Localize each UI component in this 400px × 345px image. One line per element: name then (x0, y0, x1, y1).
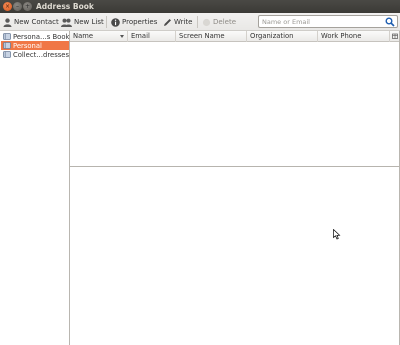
contacts-table: Name Email Screen Name Organization Work… (70, 31, 400, 166)
address-book-icon (3, 51, 11, 58)
delete-button[interactable]: Delete (202, 16, 236, 28)
maximize-window-button[interactable]: + (23, 2, 32, 11)
column-header-work-phone[interactable]: Work Phone (318, 31, 390, 42)
address-book-icon (3, 42, 11, 49)
new-contact-icon (3, 17, 12, 27)
new-list-icon (61, 18, 72, 27)
toolbar-separator (106, 16, 107, 28)
column-header-email[interactable]: Email (128, 31, 176, 42)
column-header-label: Email (131, 32, 150, 40)
address-book-icon (3, 33, 11, 40)
toolbar: New Contact New List Properties Write De… (0, 13, 400, 31)
write-button[interactable]: Write (163, 16, 192, 28)
window-title: Address Book (36, 2, 94, 11)
column-header-name[interactable]: Name (70, 31, 128, 42)
table-header: Name Email Screen Name Organization Work… (70, 31, 400, 42)
properties-label: Properties (122, 18, 158, 26)
title-bar: × – + Address Book (0, 0, 400, 13)
new-contact-button[interactable]: New Contact (3, 16, 59, 28)
pencil-icon (163, 18, 172, 27)
contact-details-pane (70, 167, 400, 345)
column-header-screen-name[interactable]: Screen Name (176, 31, 247, 42)
new-list-button[interactable]: New List (61, 16, 104, 28)
mouse-pointer-icon (333, 228, 341, 240)
column-header-label: Organization (250, 32, 294, 40)
write-label: Write (174, 18, 193, 26)
search-icon[interactable] (385, 17, 395, 27)
delete-icon (202, 18, 211, 27)
info-icon (111, 17, 120, 27)
sort-descending-icon (120, 35, 124, 38)
sidebar-item-label: Personal (13, 41, 42, 50)
delete-label: Delete (213, 18, 236, 26)
new-list-label: New List (74, 18, 104, 26)
address-book-list: Persona…s Book Personal Collect…dresses (0, 31, 70, 345)
new-contact-label: New Contact (14, 18, 59, 26)
close-window-button[interactable]: × (3, 2, 12, 11)
sidebar-item-personal-address-book[interactable]: Persona…s Book (1, 32, 69, 41)
sidebar-item-label: Persona…s Book (13, 32, 69, 41)
sidebar-item-label: Collect…dresses (13, 50, 69, 59)
sidebar-item-personal[interactable]: Personal (1, 41, 69, 50)
sidebar-item-collected-addresses[interactable]: Collect…dresses (1, 50, 69, 59)
column-header-label: Work Phone (321, 32, 362, 40)
minimize-window-button[interactable]: – (13, 2, 22, 11)
search-input[interactable] (262, 17, 380, 27)
column-header-organization[interactable]: Organization (247, 31, 318, 42)
column-header-label: Name (73, 32, 94, 40)
column-header-label: Screen Name (179, 32, 225, 40)
toolbar-separator (197, 16, 198, 28)
search-box[interactable] (258, 15, 398, 28)
properties-button[interactable]: Properties (111, 16, 157, 28)
